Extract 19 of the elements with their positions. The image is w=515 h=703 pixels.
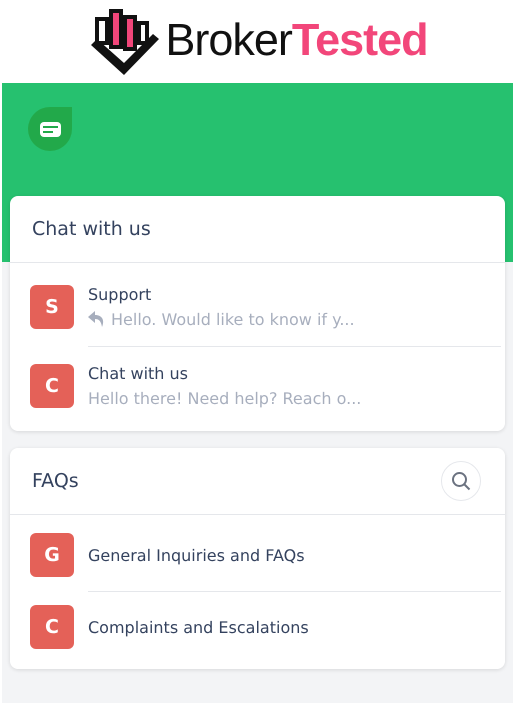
avatar: C <box>30 605 74 649</box>
avatar: S <box>30 284 74 328</box>
conversation-item[interactable]: Support Hello. Would like to know if y... <box>88 267 501 346</box>
chat-icon <box>28 107 72 151</box>
reply-icon <box>88 311 106 327</box>
message-preview: Hello. Would like to know if y... <box>111 310 355 328</box>
logo-text: BrokerTested <box>165 17 428 62</box>
conversation-name: Support <box>88 284 152 304</box>
conversation-item[interactable]: Chat with us Hello there! Need help? Reach o... <box>88 346 501 425</box>
conversation-name: Chat with us <box>88 364 189 383</box>
card-title: Chat with us <box>32 218 151 240</box>
avatar: C <box>30 364 74 408</box>
card-title: FAQs <box>32 470 79 492</box>
search-button[interactable] <box>441 461 481 501</box>
faq-topic[interactable]: General Inquiries and FAQs <box>88 546 501 564</box>
search-icon <box>451 471 471 491</box>
avatar: G <box>30 533 74 577</box>
message-preview: Hello there! Need help? Reach o... <box>88 389 362 408</box>
faq-topic[interactable]: Complaints and Escalations <box>88 618 501 637</box>
